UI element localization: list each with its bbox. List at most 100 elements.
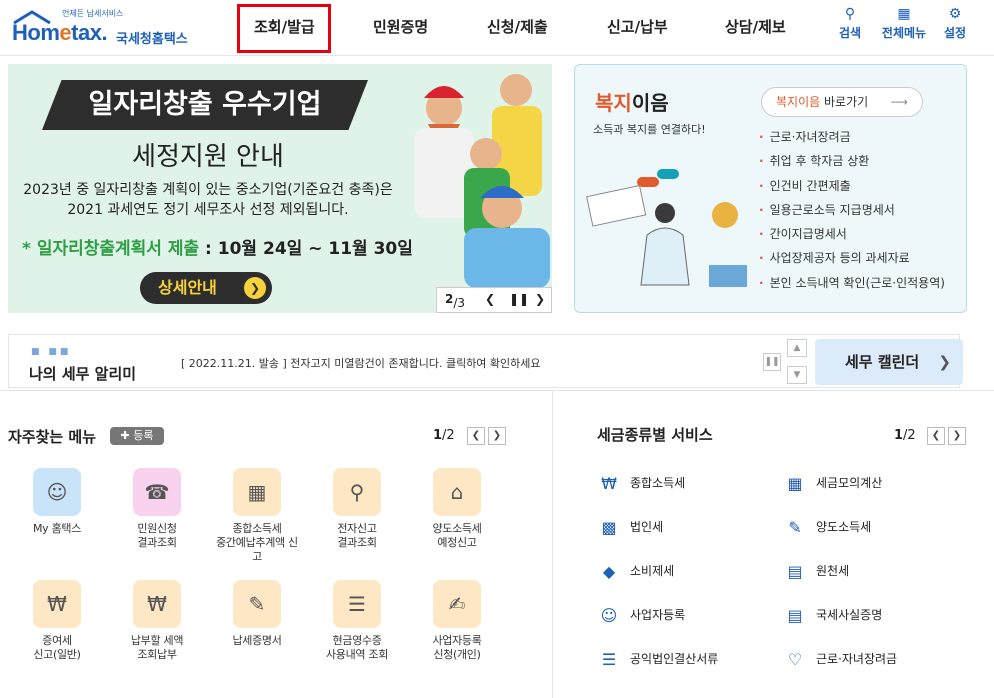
- nav-report-pay[interactable]: 신고/납부: [607, 16, 668, 37]
- column-divider: [552, 390, 553, 698]
- fav-gift-tax[interactable]: ₩ 증여세 신고(일반): [12, 580, 102, 662]
- fav-business-registration[interactable]: ✍ 사업자등록 신청(개인): [412, 580, 502, 662]
- fav-e-filing-result[interactable]: ⚲ 전자신고 결과조회: [312, 468, 402, 550]
- svc-tax-simulation[interactable]: ▦ 세금모의계산: [782, 470, 882, 496]
- nav-apply-submit[interactable]: 신청/제출: [487, 16, 548, 37]
- favorites-next-button[interactable]: ❯: [488, 427, 506, 445]
- banner-page-current: 2: [445, 292, 454, 306]
- hometax-logo[interactable]: 언제든 납세서비스 Hometax. 국세청홈택스: [6, 4, 196, 50]
- building-icon: ▩: [601, 517, 617, 537]
- banner-subtitle: 세정지원 안내: [132, 142, 284, 172]
- welfare-item[interactable]: 근로·자녀장려금: [759, 125, 945, 149]
- banner-page-total: /3: [453, 296, 466, 310]
- favorites-register-button[interactable]: ✚ 등록: [110, 427, 164, 445]
- calendar-icon: ▦: [247, 480, 267, 504]
- logo-korean-name: 국세청홈택스: [116, 32, 188, 47]
- welfare-item[interactable]: 본인 소득내역 확인(근로·인적용역): [759, 271, 945, 295]
- notice-pause-button[interactable]: ❚❚: [763, 353, 781, 371]
- settings-label: 설정: [943, 26, 967, 40]
- svc-corporate-tax[interactable]: ▩ 법인세: [596, 514, 663, 540]
- money-bag-icon: ₩: [147, 592, 167, 616]
- banner-desc-line2: 2021 과세연도 정기 세무조사 선정 제외됩니다.: [67, 202, 349, 218]
- next-slide-button[interactable]: ❯: [535, 292, 545, 306]
- money-stack-icon: ₩: [601, 473, 617, 493]
- nav-inquiry-issue[interactable]: 조회/발급: [254, 16, 315, 37]
- person-edit-icon: ✍: [448, 592, 466, 616]
- fav-transfer-tax-report[interactable]: ⌂ 양도소득세 예정신고: [412, 468, 502, 550]
- fav-income-tax-interim[interactable]: ▦ 종합소득세 중간예납추계액 신고: [212, 468, 302, 564]
- search-button[interactable]: ⚲ 검색: [836, 6, 864, 41]
- chevron-right-icon: ❯: [244, 277, 266, 299]
- section-divider: [0, 390, 994, 391]
- workers-illustration: [414, 74, 550, 288]
- search-label: 검색: [838, 26, 862, 40]
- welfare-illustration: [586, 169, 747, 287]
- welfare-title: 복지이음: [595, 91, 669, 115]
- svc-business-registration[interactable]: ☺ 사업자등록: [596, 602, 686, 628]
- svc-tax-fact-certificate[interactable]: ▤ 국세사실증명: [782, 602, 882, 628]
- services-title: 세금종류별 서비스: [597, 426, 713, 444]
- fav-cash-receipt[interactable]: ☰ 현금영수증 사용내역 조회: [312, 580, 402, 662]
- svc-public-corp-settlement[interactable]: ☰ 공익법인결산서류: [596, 646, 719, 672]
- search-document-icon: ⚲: [349, 480, 365, 504]
- house-icon: ⌂: [450, 480, 464, 504]
- certificate-icon: ✎: [248, 592, 266, 616]
- banner-detail-button[interactable]: 상세안내 ❯: [140, 272, 272, 304]
- won-document-icon: ₩: [47, 592, 67, 616]
- svc-comprehensive-income-tax[interactable]: ₩ 종합소득세: [596, 470, 685, 496]
- clipboard-icon: ☰: [601, 649, 617, 669]
- fav-civil-result[interactable]: ☎ 민원신청 결과조회: [112, 468, 202, 550]
- logo-tagline: 언제든 납세서비스: [62, 9, 124, 18]
- banner-desc-line1: 2023년 중 일자리창출 계획이 있는 중소기업(기준요건 충족)은: [23, 182, 393, 198]
- prev-slide-button[interactable]: ❮: [485, 292, 495, 306]
- welfare-item[interactable]: 사업장제공자 등의 과세자료: [759, 246, 945, 270]
- welfare-goto-button[interactable]: 복지이음 바로가기 ⟶: [761, 87, 923, 117]
- pause-button[interactable]: ❚❚: [509, 292, 529, 306]
- svc-transfer-tax[interactable]: ✎ 양도소득세: [782, 514, 871, 540]
- user-icon: ☺: [600, 605, 618, 625]
- chevron-right-icon: ❯: [938, 353, 951, 371]
- welfare-item[interactable]: 간이지급명세서: [759, 222, 945, 246]
- welfare-link-panel: 복지이음 소득과 복지를 연결하다! 복지이음 바로가기⟶ 근로·자녀장려금 취…: [574, 64, 967, 313]
- svc-earned-child-credit[interactable]: ♡ 근로·자녀장려금: [782, 646, 897, 672]
- notice-prev-button[interactable]: ▲: [787, 339, 807, 357]
- favorites-title: 자주찾는 메뉴: [8, 428, 97, 446]
- welfare-item[interactable]: 인건비 간편제출: [759, 174, 945, 198]
- tax-notice-card[interactable]: ■ ■■ 나의 세무 알리미 [ 2022.11.21. 발송 ] 전자고지 미…: [8, 334, 963, 388]
- settings-button[interactable]: ⚙ 설정: [940, 6, 970, 41]
- banner-period: * 일자리창출계획서 제출 : 10월 24일 ~ 11월 30일: [22, 239, 413, 259]
- welfare-item[interactable]: 일용근로소득 지급명세서: [759, 198, 945, 222]
- grid-menu-icon: ▦: [897, 6, 911, 22]
- svc-consumption-tax[interactable]: ◆ 소비제세: [596, 558, 674, 584]
- banner-slide-controls: 2/3 ❮ ❚❚ ❯: [436, 287, 552, 313]
- nav-consult-report[interactable]: 상담/제보: [725, 16, 786, 37]
- diamond-icon: ◆: [602, 561, 616, 581]
- nav-civil-certificate[interactable]: 민원증명: [373, 16, 428, 37]
- plus-icon: ✚: [120, 429, 134, 442]
- services-next-button[interactable]: ❯: [948, 427, 966, 445]
- all-menu-label: 전체메뉴: [881, 26, 927, 40]
- services-prev-button[interactable]: ❮: [927, 427, 945, 445]
- user-icon: ☺: [46, 480, 68, 504]
- search-icon: ⚲: [844, 6, 856, 22]
- fav-tax-payment[interactable]: ₩ 납부할 세액 조회납부: [112, 580, 202, 662]
- heart-hands-icon: ♡: [787, 649, 803, 669]
- notice-title: 나의 세무 알리미: [29, 365, 137, 383]
- document-icon: ▤: [787, 605, 803, 625]
- headset-icon: ☎: [144, 480, 170, 504]
- tax-calendar-button[interactable]: 세무 캘린더 ❯: [815, 339, 963, 385]
- header: 언제든 납세서비스 Hometax. 국세청홈택스 조회/발급 민원증명 신청/…: [0, 0, 994, 56]
- receipt-icon: ☰: [348, 592, 366, 616]
- svc-withholding-tax[interactable]: ▤ 원천세: [782, 558, 849, 584]
- welfare-item[interactable]: 취업 후 학자금 상환: [759, 149, 945, 173]
- promo-banner[interactable]: 일자리창출 우수기업 세정지원 안내 2023년 중 일자리창출 계획이 있는 …: [8, 64, 552, 313]
- calculator-icon: ▦: [787, 473, 803, 493]
- fav-my-hometax[interactable]: ☺ My 홈택스: [12, 468, 102, 536]
- fav-tax-certificate[interactable]: ✎ 납세증명서: [212, 580, 302, 648]
- notice-next-button[interactable]: ▼: [787, 366, 807, 384]
- all-menu-button[interactable]: ▦ 전체메뉴: [878, 6, 930, 41]
- notice-message[interactable]: [ 2022.11.21. 발송 ] 전자고지 미열람건이 존재합니다. 클릭하…: [181, 355, 541, 371]
- favorites-prev-button[interactable]: ❮: [467, 427, 485, 445]
- banner-title: 일자리창출 우수기업: [42, 80, 368, 130]
- salary-slip-icon: ▤: [787, 561, 803, 581]
